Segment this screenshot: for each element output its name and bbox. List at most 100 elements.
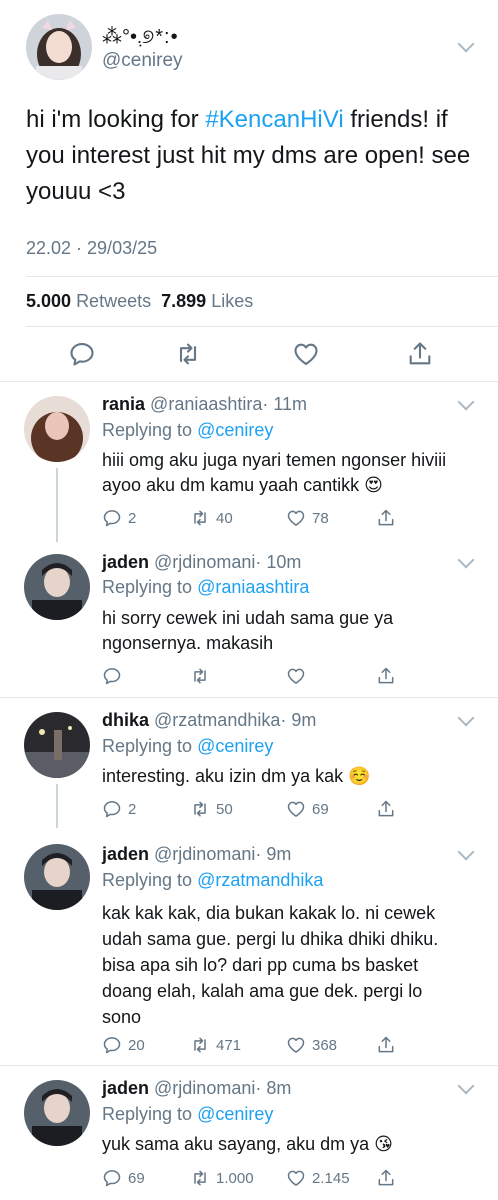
heart-icon xyxy=(286,666,306,686)
user-handle[interactable]: @rjdinomani xyxy=(154,1078,255,1098)
replying-to-link[interactable]: @cenirey xyxy=(197,736,273,756)
retweet-icon[interactable] xyxy=(174,340,202,368)
share-icon[interactable] xyxy=(406,340,434,368)
likes-count[interactable]: 7.899 xyxy=(161,291,206,311)
avatar[interactable] xyxy=(24,554,90,620)
avatar[interactable] xyxy=(24,1080,90,1146)
reply-tweet[interactable]: rania @raniaashtira· 11m Replying to @ce… xyxy=(0,382,498,542)
replying-to-link[interactable]: @cenirey xyxy=(197,1104,273,1124)
share-action[interactable] xyxy=(376,799,396,819)
like-count: 368 xyxy=(312,1036,338,1054)
avatar-image xyxy=(24,844,90,910)
avatar[interactable] xyxy=(24,844,90,910)
like-action[interactable]: 69 xyxy=(286,799,329,819)
reply-tweet[interactable]: jaden @rjdinomani· 9m Replying to @rzatm… xyxy=(0,828,498,1066)
retweet-count: 50 xyxy=(216,800,233,818)
heart-icon[interactable] xyxy=(292,340,320,368)
replying-to-link[interactable]: @raniaashtira xyxy=(197,577,309,597)
user-handle[interactable]: @cenirey xyxy=(102,50,183,72)
thread-line xyxy=(56,784,58,828)
replying-to: Replying to @raniaashtira xyxy=(102,577,309,598)
reply-tweet[interactable]: jaden @rjdinomani· 8m Replying to @cenir… xyxy=(0,1066,498,1200)
tweet-timestamp: 22.02 · 29/03/25 xyxy=(26,238,158,258)
reply-icon[interactable] xyxy=(68,340,96,368)
display-name[interactable]: jaden xyxy=(102,1078,149,1098)
reply-count: 2 xyxy=(128,509,137,527)
chevron-down-icon[interactable] xyxy=(457,843,475,861)
divider xyxy=(26,326,498,327)
retweet-action[interactable]: 40 xyxy=(190,508,233,528)
display-name[interactable]: rania xyxy=(102,394,145,414)
likes-label[interactable]: Likes xyxy=(211,291,253,311)
reply-time: · 9m xyxy=(255,844,292,864)
like-count: 78 xyxy=(312,509,329,527)
like-count: 69 xyxy=(312,800,329,818)
display-name[interactable]: jaden xyxy=(102,844,149,864)
reply-action[interactable]: 20 xyxy=(102,1035,145,1055)
retweet-action[interactable]: 50 xyxy=(190,799,233,819)
replying-to: Replying to @cenirey xyxy=(102,736,273,757)
reply-time: · 9m xyxy=(280,710,317,730)
reply-count: 20 xyxy=(128,1036,145,1054)
retweet-icon xyxy=(190,1168,210,1188)
reply-text: kak kak kak, dia bukan kakak lo. ni cewe… xyxy=(102,903,439,1027)
avatar[interactable] xyxy=(24,712,90,778)
replying-label: Replying to xyxy=(102,420,193,440)
like-action[interactable] xyxy=(286,666,306,686)
share-action[interactable] xyxy=(376,1168,396,1188)
user-handle[interactable]: @raniaashtira xyxy=(150,394,262,414)
share-icon xyxy=(376,508,396,528)
replying-to: Replying to @cenirey xyxy=(102,1104,273,1125)
tweet-text: hi i'm looking for #KencanHiVi friends! … xyxy=(26,102,486,210)
retweet-icon xyxy=(190,508,210,528)
heart-icon xyxy=(286,799,306,819)
heart-icon xyxy=(286,1168,306,1188)
main-tweet-actions xyxy=(0,338,498,370)
chevron-down-icon[interactable] xyxy=(457,709,475,727)
like-action[interactable]: 2.145 xyxy=(286,1168,350,1188)
chevron-down-icon[interactable] xyxy=(457,1077,475,1095)
chevron-down-icon[interactable] xyxy=(457,393,475,411)
display-name[interactable]: jaden xyxy=(102,552,149,572)
tweet-text-start: hi i'm looking for xyxy=(26,106,206,133)
avatar-image xyxy=(24,396,90,462)
user-handle[interactable]: @rzatmandhika xyxy=(154,710,280,730)
share-action[interactable] xyxy=(376,508,396,528)
replying-to-link[interactable]: @cenirey xyxy=(197,420,273,440)
retweet-action[interactable]: 1.000 xyxy=(190,1168,254,1188)
replying-label: Replying to xyxy=(102,870,193,890)
chevron-down-icon[interactable] xyxy=(457,551,475,569)
reply-text: yuk sama aku sayang, aku dm ya 😘 xyxy=(102,1134,393,1154)
reply-time: · 11m xyxy=(262,394,308,414)
reply-action[interactable]: 69 xyxy=(102,1168,145,1188)
share-action[interactable] xyxy=(376,1035,396,1055)
avatar[interactable] xyxy=(26,14,92,80)
replying-to-link[interactable]: @rzatmandhika xyxy=(197,870,323,890)
retweet-action[interactable]: 471 xyxy=(190,1035,241,1055)
display-name[interactable]: dhika xyxy=(102,710,149,730)
avatar[interactable] xyxy=(24,396,90,462)
reply-tweet[interactable]: jaden @rjdinomani· 10m Replying to @rani… xyxy=(0,542,498,698)
retweets-label[interactable]: Retweets xyxy=(76,291,151,311)
user-handle[interactable]: @rjdinomani xyxy=(154,844,255,864)
reply-action[interactable]: 2 xyxy=(102,799,136,819)
share-icon xyxy=(376,1035,396,1055)
reply-tweet[interactable]: dhika @rzatmandhika· 9m Replying to @cen… xyxy=(0,698,498,828)
user-handle[interactable]: @rjdinomani xyxy=(154,552,255,572)
reply-header: rania @raniaashtira· 11m xyxy=(102,394,307,415)
retweets-count[interactable]: 5.000 xyxy=(26,291,71,311)
like-action[interactable]: 78 xyxy=(286,508,329,528)
avatar-image xyxy=(24,554,90,620)
chevron-down-icon[interactable] xyxy=(457,35,475,53)
like-action[interactable]: 368 xyxy=(286,1035,337,1055)
reply-action[interactable]: 2 xyxy=(102,508,136,528)
main-tweet: ⁂°•.ٜ୭*:• @cenirey hi i'm looking for #K… xyxy=(0,0,498,382)
speech-bubble-icon xyxy=(102,666,122,686)
reply-header: jaden @rjdinomani· 9m xyxy=(102,844,291,865)
retweet-action[interactable] xyxy=(190,666,210,686)
share-action[interactable] xyxy=(376,666,396,686)
replying-label: Replying to xyxy=(102,736,193,756)
hashtag-link[interactable]: #KencanHiVi xyxy=(205,106,343,133)
reply-action[interactable] xyxy=(102,666,122,686)
reply-header: jaden @rjdinomani· 10m xyxy=(102,552,301,573)
